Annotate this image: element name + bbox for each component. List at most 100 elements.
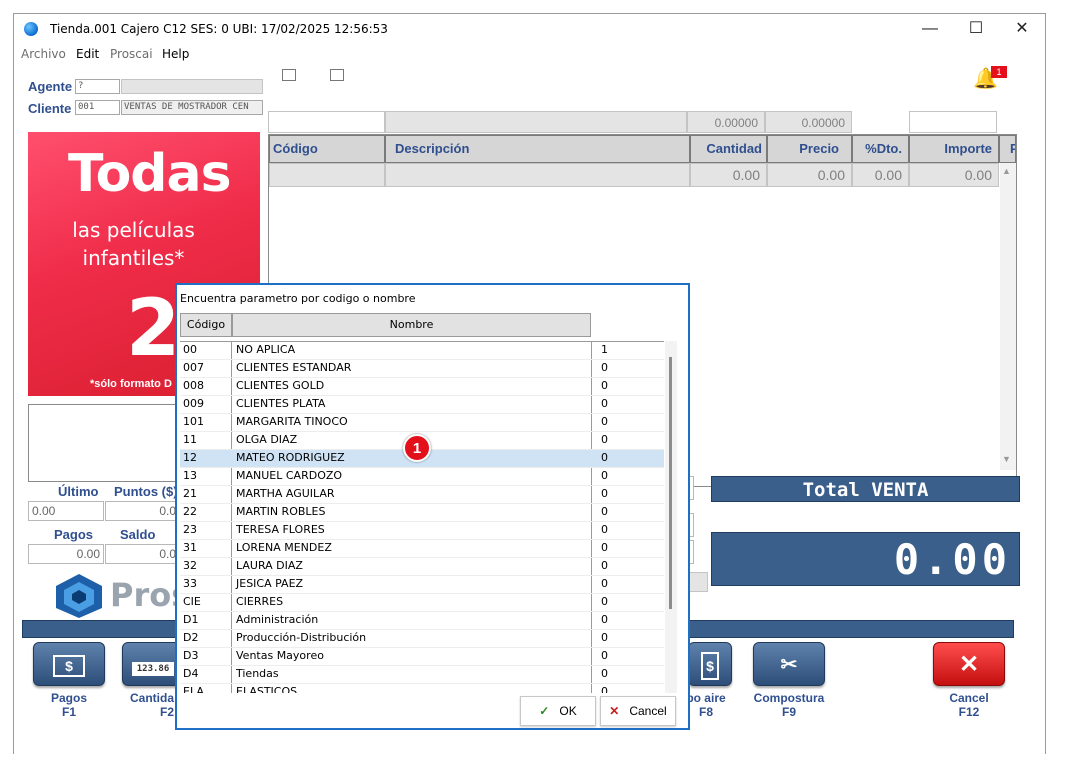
row-code: 32 [183,559,197,572]
checkbox-2[interactable] [330,69,344,81]
grid-cell-descripcion[interactable] [385,163,690,187]
dialog-row[interactable]: 008 CLIENTES GOLD 0 [180,378,664,396]
row-name: CLIENTES PLATA [236,397,326,410]
minimize-button[interactable]: — [907,14,953,44]
puntos-field: 0.0 [105,501,180,521]
calculator-icon: 123.86 [132,662,174,676]
dialog-row[interactable]: 00 NO APLICA 1 [180,342,664,360]
cliente-label: Cliente [28,101,72,116]
pagos-field: 0.00 [28,544,104,564]
col-precio[interactable]: Precio [767,135,852,163]
row-value: 0 [601,379,608,392]
col-codigo[interactable]: Código [269,135,385,163]
checkbox-1[interactable] [282,69,296,81]
col-importe[interactable]: Importe [909,135,999,163]
aux-field[interactable] [909,111,997,133]
dialog-row[interactable]: 007 CLIENTES ESTANDAR 0 [180,360,664,378]
row-value: 0 [601,577,608,590]
search-desc-field[interactable] [385,111,687,133]
lookup-dialog: Encuentra parametro por codigo o nombre … [175,283,690,730]
row-name: CLIENTES GOLD [236,379,325,392]
dialog-row[interactable]: 101 MARGARITA TINOCO 0 [180,414,664,432]
grid-cell-importe[interactable]: 0.00 [909,163,999,187]
row-code: 12 [183,451,197,464]
title-bar: Tienda.001 Cajero C12 SES: 0 UBI: 17/02/… [14,14,1045,44]
agente-code-field[interactable]: ? [75,79,120,94]
row-value: 0 [601,595,608,608]
compostura-f9-label: Compostura F9 [753,691,825,719]
dialog-row[interactable]: D3 Ventas Mayoreo 0 [180,648,664,666]
dialog-scroll-thumb[interactable] [669,357,672,609]
grid-cell-precio[interactable]: 0.00 [767,163,852,187]
cancel-button[interactable]: ✕ Cancel [600,696,676,726]
dialog-row[interactable]: 32 LAURA DIAZ 0 [180,558,664,576]
col-descuento[interactable]: %Dto. [852,135,909,163]
dialog-row[interactable]: 22 MARTIN ROBLES 0 [180,504,664,522]
cliente-name-field[interactable]: VENTAS DE MOSTRADOR CEN [121,100,263,115]
total-venta-label: Total VENTA [711,476,1020,502]
ok-label: OK [559,704,577,718]
row-name: OLGA DIAZ [236,433,298,446]
row-code: D3 [183,649,199,662]
row-code: 33 [183,577,197,590]
agente-label: Agente [28,79,73,94]
menu-archivo[interactable]: Archivo [21,47,66,61]
row-name: TERESA FLORES [236,523,325,536]
row-value: 0 [601,433,608,446]
col-cantidad[interactable]: Cantidad [690,135,767,163]
row-name: ELASTICOS [236,685,298,693]
menu-help[interactable]: Help [162,47,189,61]
row-value: 0 [601,397,608,410]
dialog-row[interactable]: 13 MANUEL CARDOZO 0 [180,468,664,486]
promo-line2: las películas infantiles* [72,218,195,270]
grid-cell-descuento[interactable]: 0.00 [852,163,909,187]
row-code: 21 [183,487,197,500]
grid-cell-cantidad[interactable]: 0.00 [690,163,767,187]
menu-edit[interactable]: Edit [76,47,99,61]
search-code-field[interactable] [268,111,385,133]
dialog-row[interactable]: CIE CIERRES 0 [180,594,664,612]
cliente-code-field[interactable]: 001 [75,100,120,115]
col-extra[interactable]: P [999,135,1016,163]
close-button[interactable]: ✕ [999,14,1045,44]
dialog-row[interactable]: 009 CLIENTES PLATA 0 [180,396,664,414]
agente-name-field[interactable] [121,79,263,94]
row-name: Tiendas [236,667,279,680]
total-venta-amount: 0.00 [711,532,1020,586]
row-value: 1 [601,343,608,356]
dialog-row[interactable]: 23 TERESA FLORES 0 [180,522,664,540]
cancel-f12-label: Cancel F12 [949,691,989,719]
dialog-row[interactable]: D2 Producción-Distribución 0 [180,630,664,648]
dialog-row[interactable]: 21 MARTHA AGUILAR 0 [180,486,664,504]
dialog-col-nombre[interactable]: Nombre [232,313,591,337]
row-name: JESICA PAEZ [236,577,304,590]
pagos-f1-button[interactable]: $ [33,642,105,686]
compostura-f9-button[interactable]: ✂ [753,642,825,686]
ok-button[interactable]: ✓ OK [520,696,596,726]
tiempo-aire-f8-button[interactable]: $ [688,642,732,686]
dialog-list[interactable]: 00 NO APLICA 1 007 CLIENTES ESTANDAR 0 008 CLIE… [180,341,664,693]
row-value: 0 [601,667,608,680]
col-descripcion[interactable]: Descripción [385,135,690,163]
row-code: ELA [183,685,204,693]
scroll-up-icon[interactable]: ▲ [1002,166,1011,176]
row-name: Ventas Mayoreo [236,649,324,662]
window-title: Tienda.001 Cajero C12 SES: 0 UBI: 17/02/… [50,22,388,36]
scroll-down-icon[interactable]: ▼ [1002,454,1011,464]
dialog-col-codigo[interactable]: Código [180,313,232,337]
cancel-f12-button[interactable]: ✕ [933,642,1005,686]
ultimo-label: Último [58,484,99,499]
dialog-row[interactable]: ELA ELASTICOS 0 [180,684,664,693]
row-name: CIERRES [236,595,284,608]
grid-cell-codigo[interactable] [269,163,385,187]
dialog-row[interactable]: 33 JESICA PAEZ 0 [180,576,664,594]
grid-scrollbar[interactable] [1000,163,1016,470]
puntos-label: Puntos ($) [114,484,178,499]
menu-proscai[interactable]: Proscai [110,47,153,61]
dialog-row[interactable]: 31 LORENA MENDEZ 0 [180,540,664,558]
saldo-label: Saldo [120,527,156,542]
maximize-button[interactable]: ☐ [953,14,999,44]
row-code: 11 [183,433,197,446]
dialog-row[interactable]: D1 Administración 0 [180,612,664,630]
dialog-row[interactable]: D4 Tiendas 0 [180,666,664,684]
